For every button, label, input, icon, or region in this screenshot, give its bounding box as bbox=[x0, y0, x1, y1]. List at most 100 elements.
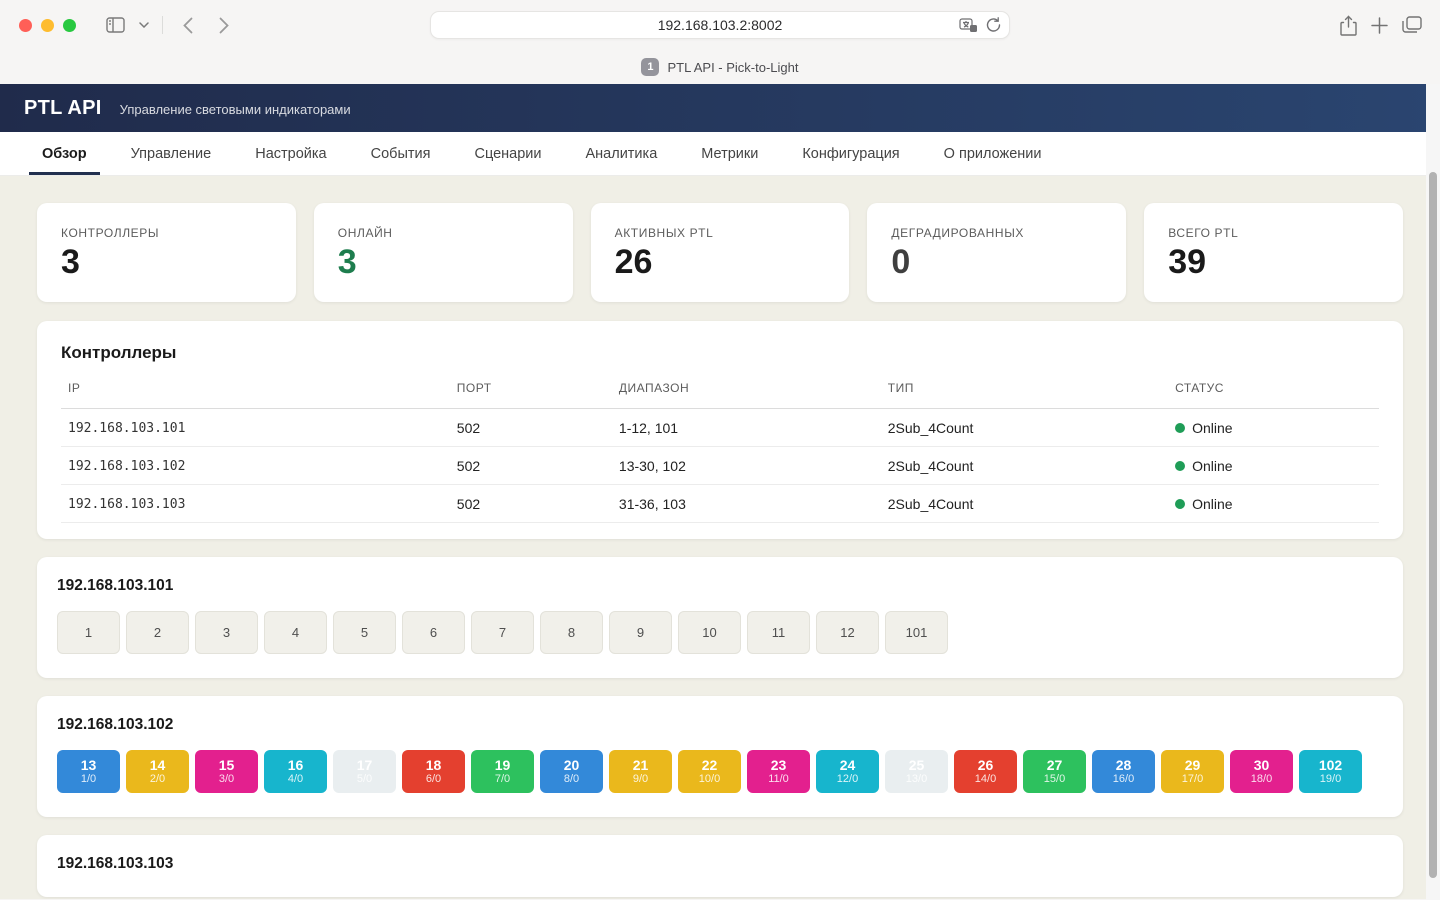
translate-icon[interactable] bbox=[959, 18, 978, 33]
tab-bar[interactable]: 1 PTL API - Pick-to-Light bbox=[0, 50, 1440, 84]
forward-button[interactable] bbox=[209, 10, 239, 40]
ptl-tile[interactable]: 2210/0 bbox=[678, 750, 741, 793]
controllers-card-title: Контроллеры bbox=[61, 343, 1379, 363]
column-header: СТАТУС bbox=[1168, 381, 1379, 409]
ip-value: 192.168.103.101 bbox=[68, 421, 185, 436]
stat-label: ВСЕГО PTL bbox=[1168, 226, 1379, 240]
tab-title: PTL API - Pick-to-Light bbox=[667, 60, 798, 75]
ptl-tile-sub: 2/0 bbox=[150, 773, 165, 786]
ptl-tile[interactable]: 5 bbox=[333, 611, 396, 654]
ptl-tile[interactable]: 153/0 bbox=[195, 750, 258, 793]
ptl-tile[interactable]: 2513/0 bbox=[885, 750, 948, 793]
back-button[interactable] bbox=[173, 10, 203, 40]
ptl-tile[interactable]: 219/0 bbox=[609, 750, 672, 793]
status-badge: Online bbox=[1175, 496, 1379, 512]
main-nav: Обзор Управление Настройка События Сценарии А… bbox=[0, 132, 1440, 176]
nav-tab-active[interactable]: Обзор bbox=[29, 132, 100, 175]
ptl-tile-number: 22 bbox=[702, 757, 718, 773]
stat-label: ДЕГРАДИРОВАННЫХ bbox=[891, 226, 1102, 240]
ptl-tile-number: 30 bbox=[1254, 757, 1270, 773]
nav-tab[interactable]: Аналитика bbox=[572, 132, 670, 175]
ptl-tile[interactable]: 4 bbox=[264, 611, 327, 654]
ptl-tile[interactable]: 101 bbox=[885, 611, 948, 654]
ptl-tile-number: 2 bbox=[154, 625, 161, 641]
ptl-tile[interactable]: 142/0 bbox=[126, 750, 189, 793]
nav-tab[interactable]: Управление bbox=[118, 132, 225, 175]
ptl-tile[interactable]: 2917/0 bbox=[1161, 750, 1224, 793]
stat-value: 26 bbox=[615, 245, 826, 279]
tab-count-badge: 1 bbox=[641, 58, 659, 76]
ptl-tile-number: 7 bbox=[499, 625, 506, 641]
reload-icon[interactable] bbox=[986, 17, 1001, 33]
ptl-tile-sub: 10/0 bbox=[699, 773, 720, 786]
scrollbar-thumb[interactable] bbox=[1429, 172, 1437, 878]
column-header: ДИАПАЗОН bbox=[612, 381, 881, 409]
share-icon[interactable] bbox=[1340, 15, 1357, 36]
cell-status: Online bbox=[1168, 447, 1379, 485]
ptl-tile[interactable]: 7 bbox=[471, 611, 534, 654]
controller-panel: 192.168.103.102131/0142/0153/0164/0175/0… bbox=[37, 696, 1403, 817]
ptl-tile[interactable]: 2 bbox=[126, 611, 189, 654]
ptl-tile[interactable]: 6 bbox=[402, 611, 465, 654]
nav-tab[interactable]: Конфигурация bbox=[789, 132, 912, 175]
ptl-tile-sub: 12/0 bbox=[837, 773, 858, 786]
minimize-window-button[interactable] bbox=[41, 19, 54, 32]
nav-tab[interactable]: Настройка bbox=[242, 132, 339, 175]
cell-range: 1-12, 101 bbox=[612, 409, 881, 447]
cell-ip: 192.168.103.101 bbox=[61, 409, 450, 447]
ptl-tile[interactable]: 10219/0 bbox=[1299, 750, 1362, 793]
ptl-tile[interactable]: 8 bbox=[540, 611, 603, 654]
ptl-tile-sub: 7/0 bbox=[495, 773, 510, 786]
app-header: PTL API Управление световыми индикаторам… bbox=[0, 84, 1440, 132]
ptl-tile-number: 24 bbox=[840, 757, 856, 773]
ptl-tile-number: 28 bbox=[1116, 757, 1132, 773]
ptl-tile[interactable]: 131/0 bbox=[57, 750, 120, 793]
ptl-tile[interactable]: 2412/0 bbox=[816, 750, 879, 793]
ptl-tile[interactable]: 3018/0 bbox=[1230, 750, 1293, 793]
ptl-tile-number: 102 bbox=[1319, 757, 1342, 773]
column-header: ТИП bbox=[881, 381, 1168, 409]
nav-tab[interactable]: Сценарии bbox=[461, 132, 554, 175]
browser-toolbar: 192.168.103.2:8002 bbox=[0, 0, 1440, 50]
controller-panel: 192.168.103.103 bbox=[37, 835, 1403, 897]
ptl-tile[interactable]: 2614/0 bbox=[954, 750, 1017, 793]
tab-overview-icon[interactable] bbox=[1402, 16, 1422, 34]
ptl-tile[interactable]: 208/0 bbox=[540, 750, 603, 793]
nav-tab[interactable]: Метрики bbox=[688, 132, 771, 175]
address-bar[interactable]: 192.168.103.2:8002 bbox=[430, 11, 1010, 39]
zoom-window-button[interactable] bbox=[63, 19, 76, 32]
ptl-tile[interactable]: 12 bbox=[816, 611, 879, 654]
stat-value: 0 bbox=[891, 245, 1102, 279]
ptl-tile[interactable]: 9 bbox=[609, 611, 672, 654]
ptl-tile[interactable]: 2715/0 bbox=[1023, 750, 1086, 793]
ptl-tile[interactable]: 2816/0 bbox=[1092, 750, 1155, 793]
new-tab-icon[interactable] bbox=[1371, 17, 1388, 34]
sidebar-toggle-button[interactable] bbox=[100, 10, 130, 40]
ptl-tile[interactable]: 2311/0 bbox=[747, 750, 810, 793]
ptl-tile[interactable]: 175/0 bbox=[333, 750, 396, 793]
status-badge: Online bbox=[1175, 458, 1379, 474]
ptl-tile[interactable]: 164/0 bbox=[264, 750, 327, 793]
scrollbar-track[interactable] bbox=[1426, 84, 1440, 900]
panel-title: 192.168.103.102 bbox=[57, 716, 1383, 734]
ptl-tile-number: 8 bbox=[568, 625, 575, 641]
cell-status: Online bbox=[1168, 485, 1379, 523]
cell-type: 2Sub_4Count bbox=[881, 409, 1168, 447]
close-window-button[interactable] bbox=[19, 19, 32, 32]
ptl-tile[interactable]: 186/0 bbox=[402, 750, 465, 793]
ptl-tile-number: 12 bbox=[840, 625, 854, 641]
sidebar-chevron-button[interactable] bbox=[136, 10, 152, 40]
ptl-tile[interactable]: 197/0 bbox=[471, 750, 534, 793]
ptl-tile-number: 14 bbox=[150, 757, 166, 773]
ptl-tile-number: 27 bbox=[1047, 757, 1063, 773]
nav-tab[interactable]: События bbox=[358, 132, 444, 175]
nav-tab[interactable]: О приложении bbox=[931, 132, 1055, 175]
ptl-tile[interactable]: 1 bbox=[57, 611, 120, 654]
cell-port: 502 bbox=[450, 409, 612, 447]
stats-row: КОНТРОЛЛЕРЫ3ОНЛАЙН3АКТИВНЫХ PTL26ДЕГРАДИ… bbox=[37, 203, 1403, 302]
ptl-tile-sub: 13/0 bbox=[906, 773, 927, 786]
ptl-tile[interactable]: 10 bbox=[678, 611, 741, 654]
ptl-tile[interactable]: 3 bbox=[195, 611, 258, 654]
ptl-tile[interactable]: 11 bbox=[747, 611, 810, 654]
ptl-tile-number: 3 bbox=[223, 625, 230, 641]
